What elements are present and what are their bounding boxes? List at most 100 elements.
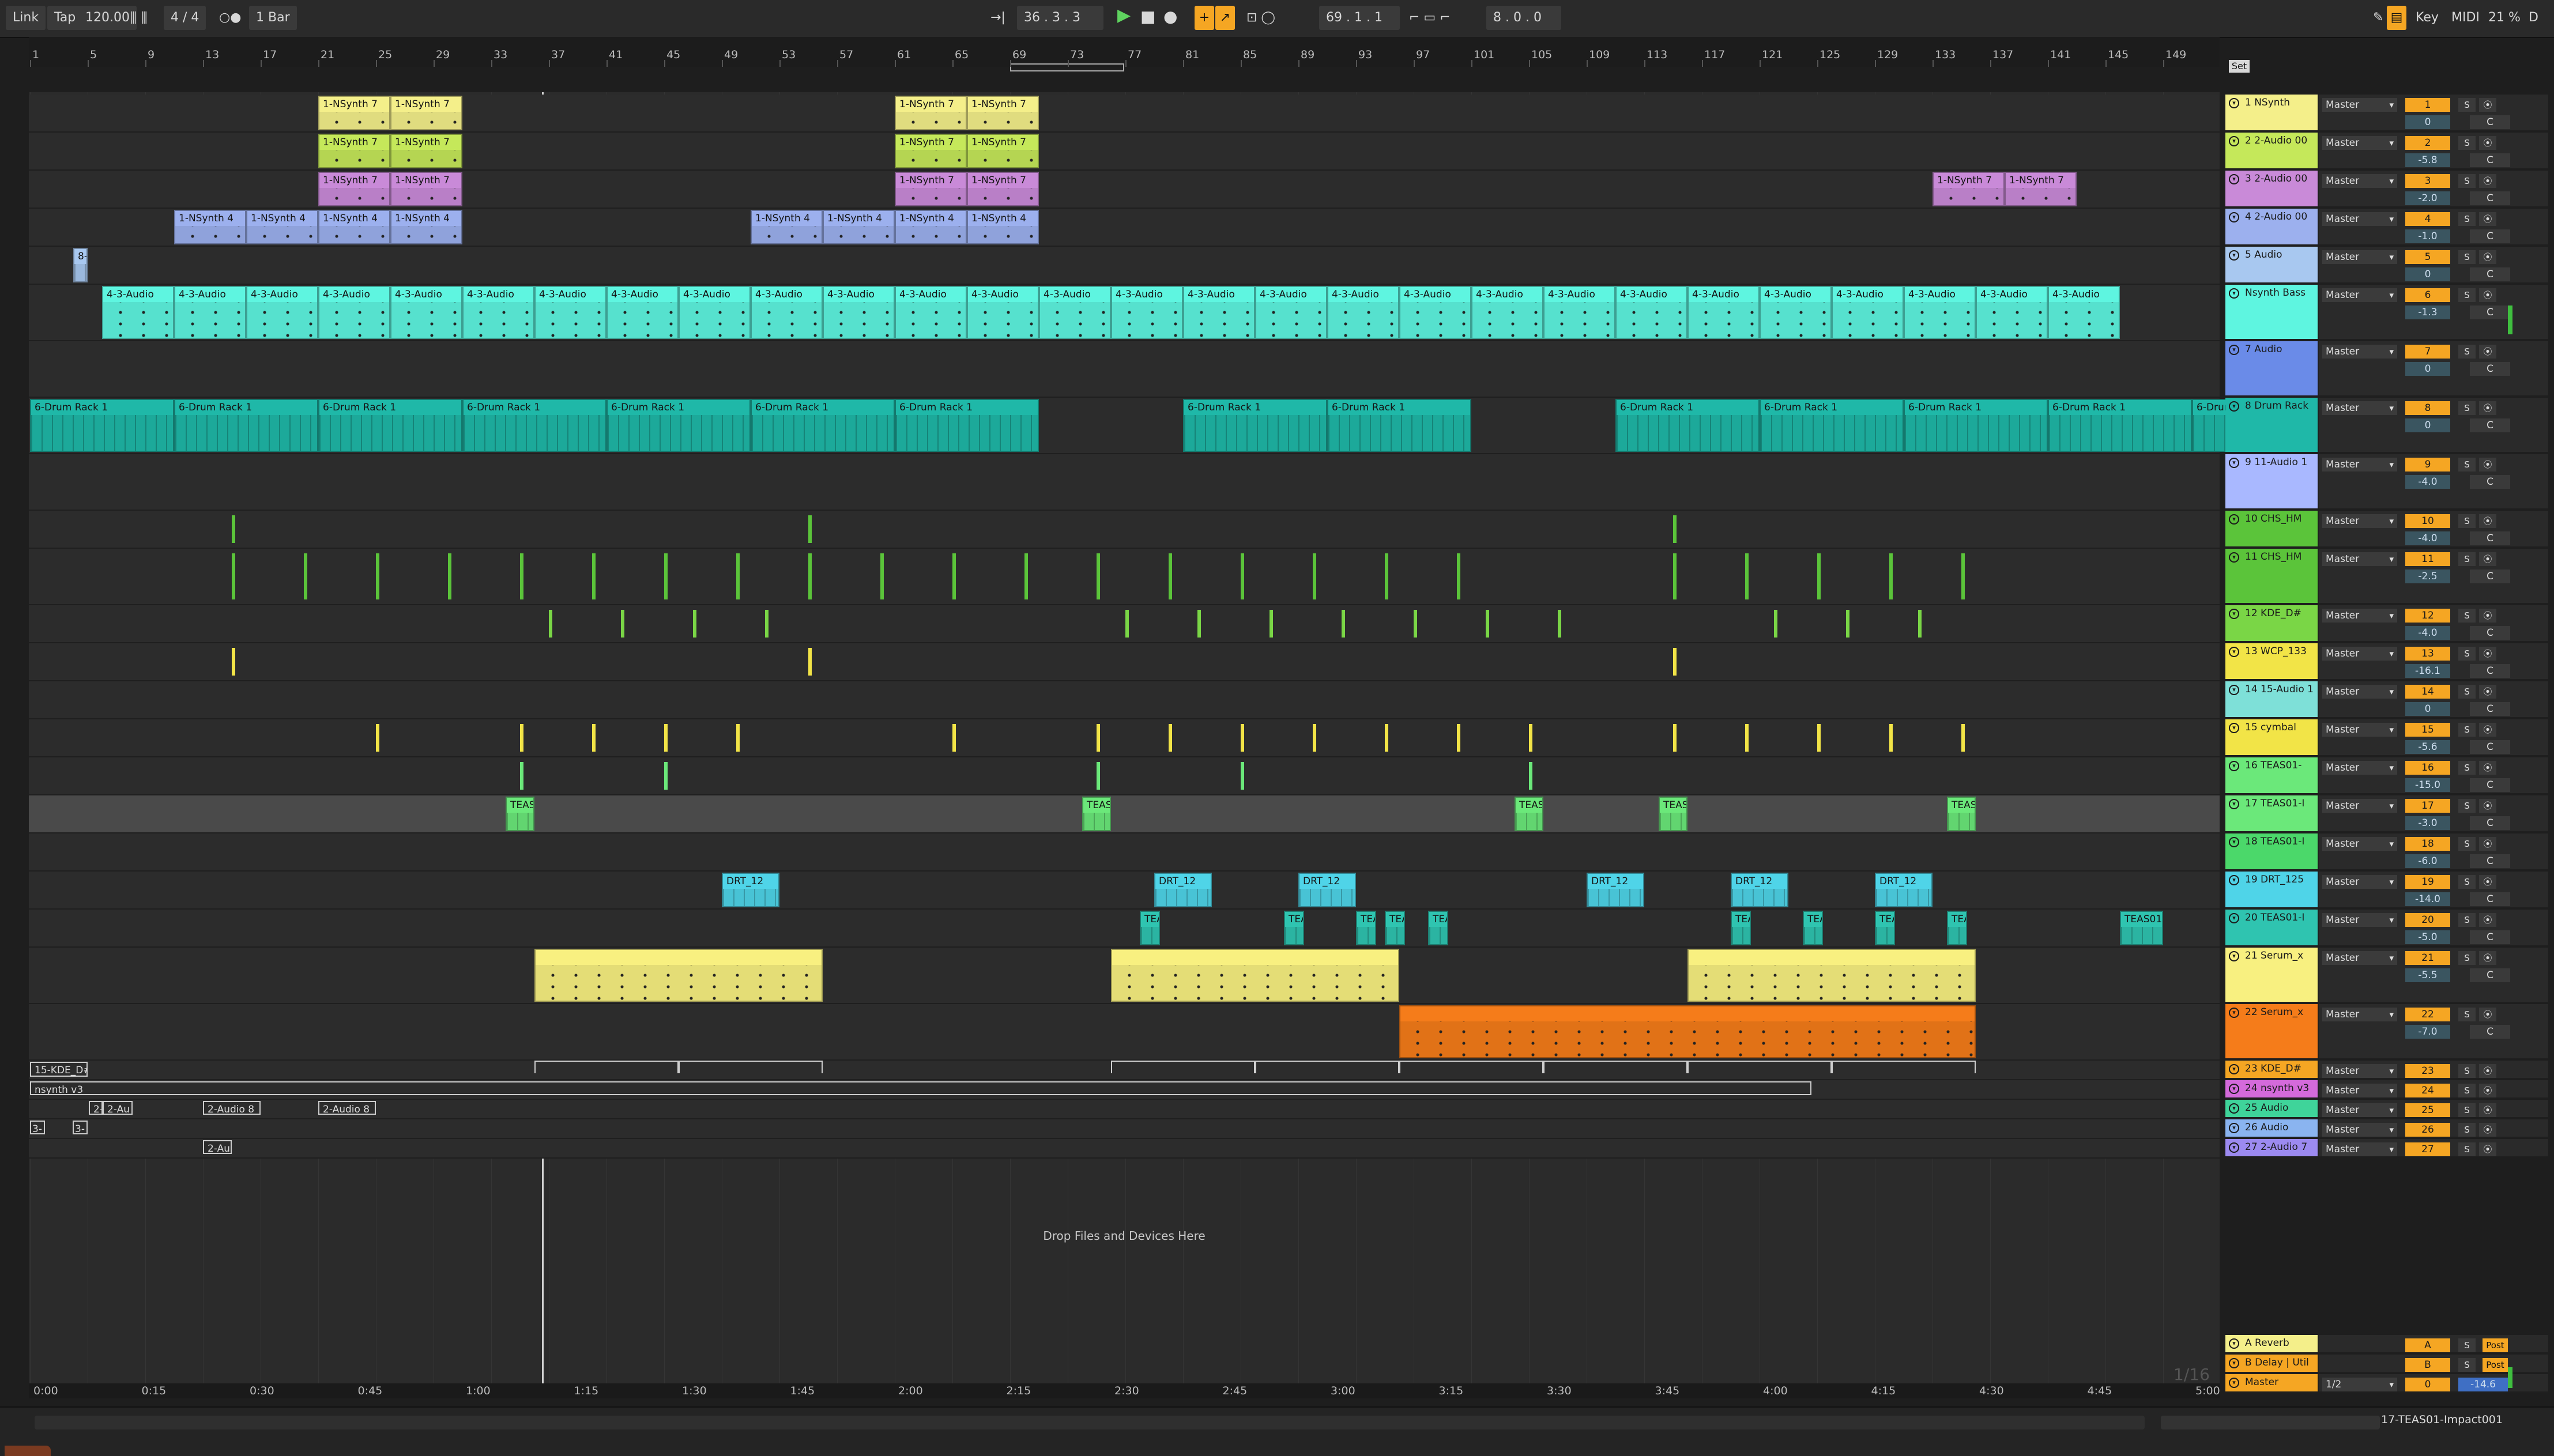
hit-clip[interactable] [232, 553, 235, 599]
arm-button[interactable]: ⦿ [2479, 799, 2496, 813]
clip[interactable]: 4-3-Audio [390, 286, 462, 339]
track-activator[interactable]: 16 [2405, 761, 2450, 775]
pan-field[interactable]: C [2470, 115, 2510, 129]
clip[interactable]: 4-3-Audio [679, 286, 751, 339]
pan-field[interactable]: C [2470, 664, 2510, 678]
clip[interactable]: 1-NSynth 7 [318, 134, 390, 168]
track-header[interactable]: ▾ 4 2-Audio 00 [2225, 209, 2318, 246]
solo-button[interactable]: S [2458, 1142, 2476, 1156]
arm-button[interactable]: ⦿ [2479, 647, 2496, 661]
clip[interactable]: 6-Drum Rack 1 [30, 399, 174, 452]
output-routing[interactable]: Master [2322, 875, 2397, 889]
clip[interactable]: 4-3-Audio [246, 286, 318, 339]
volume-field[interactable]: -5.8 [2405, 153, 2450, 167]
hit-clip[interactable] [1889, 553, 1893, 599]
track-header[interactable]: ▾ 22 Serum_x [2225, 1004, 2318, 1059]
clip[interactable]: 4-3-Audio [174, 286, 246, 339]
fold-icon[interactable]: ▾ [2229, 913, 2239, 923]
track-activator[interactable]: 13 [2405, 647, 2450, 661]
fold-icon[interactable]: ▾ [2229, 250, 2239, 261]
arm-button[interactable]: ⦿ [2479, 345, 2496, 359]
arm-button[interactable]: ⦿ [2479, 951, 2496, 965]
hit-clip[interactable] [808, 553, 812, 599]
fold-icon[interactable]: ▾ [2229, 345, 2239, 355]
clip[interactable]: TEAS [1082, 797, 1111, 831]
clip[interactable]: 4-3-Audio [823, 286, 895, 339]
hit-clip[interactable] [1745, 553, 1749, 599]
hit-clip[interactable] [1313, 553, 1316, 599]
hit-clip[interactable] [1673, 648, 1677, 676]
track-activator[interactable]: 15 [2405, 723, 2450, 737]
clip[interactable]: 6-Drum Rack 1 [1327, 399, 1471, 452]
clip[interactable]: 6-Drum Rack 1 [607, 399, 751, 452]
master-activator[interactable]: 0 [2405, 1378, 2450, 1391]
track-lane[interactable] [29, 643, 2220, 681]
quantize-menu[interactable]: 1 Bar [249, 6, 297, 30]
clip[interactable]: 6-Drum Rack 1 [174, 399, 318, 452]
clip[interactable]: 4-3-Audio [1327, 286, 1399, 339]
track-activator[interactable]: 12 [2405, 609, 2450, 623]
fold-icon[interactable]: ▾ [2229, 136, 2239, 146]
solo-button[interactable]: S [2458, 98, 2476, 112]
clip[interactable]: 8- [73, 248, 88, 282]
post-button[interactable]: Post [2483, 1358, 2508, 1372]
solo-button[interactable]: S [2458, 875, 2476, 889]
clip-outline[interactable] [1687, 1061, 1832, 1073]
track-activator[interactable]: 3 [2405, 174, 2450, 188]
hit-clip[interactable] [1918, 610, 1922, 638]
clip[interactable]: 3- [30, 1121, 45, 1134]
automation-arm-button[interactable]: ↗ [1215, 6, 1235, 30]
solo-button[interactable]: S [2458, 1358, 2476, 1372]
clip[interactable] [1111, 949, 1399, 1002]
hit-clip[interactable] [304, 553, 307, 599]
volume-field[interactable]: -1.3 [2405, 305, 2450, 319]
loop-brace[interactable] [1010, 63, 1124, 71]
clip-outline[interactable] [1255, 1061, 1399, 1073]
clip[interactable]: DRT_12 [1875, 873, 1933, 907]
pan-field[interactable]: C [2470, 531, 2510, 545]
fold-icon[interactable]: ▾ [2229, 212, 2239, 222]
hit-clip[interactable] [1169, 553, 1172, 599]
track-lane[interactable] [29, 833, 2220, 872]
solo-button[interactable]: S [2458, 1008, 2476, 1021]
fold-icon[interactable]: ▾ [2229, 1358, 2239, 1368]
return-track-header[interactable]: ▾ A Reverb [2225, 1335, 2318, 1353]
output-routing[interactable]: Master [2322, 837, 2397, 851]
volume-field[interactable]: -4.0 [2405, 626, 2450, 640]
clip[interactable]: 6-Drum Rack 1 [1615, 399, 1760, 452]
pan-field[interactable]: C [2470, 778, 2510, 792]
clip[interactable]: 4-3-Audio [895, 286, 967, 339]
hit-clip[interactable] [1961, 553, 1965, 599]
volume-field[interactable]: 0 [2405, 418, 2450, 432]
fold-icon[interactable]: ▾ [2229, 1064, 2239, 1074]
arrangement-position-field[interactable]: 36 . 3 . 3 [1017, 6, 1103, 30]
output-routing[interactable]: Master [2322, 136, 2397, 150]
hit-clip[interactable] [376, 724, 379, 752]
hit-clip[interactable] [376, 553, 379, 599]
clip[interactable]: 4-3-Audio [1687, 286, 1760, 339]
track-activator[interactable]: 26 [2405, 1123, 2450, 1137]
arm-button[interactable]: ⦿ [2479, 1064, 2496, 1078]
track-header[interactable]: ▾ 14 15-Audio 1 [2225, 681, 2318, 718]
fold-icon[interactable]: ▾ [2229, 723, 2239, 733]
solo-button[interactable]: S [2458, 951, 2476, 965]
track-header[interactable]: ▾ 16 TEAS01- [2225, 757, 2318, 794]
clip-outline[interactable] [1111, 1061, 1255, 1073]
fold-icon[interactable]: ▾ [2229, 951, 2239, 961]
pan-field[interactable]: C [2470, 740, 2510, 754]
hit-clip[interactable] [1774, 610, 1777, 638]
hit-clip[interactable] [1125, 610, 1129, 638]
output-routing[interactable]: Master [2322, 98, 2397, 112]
track-activator[interactable]: 6 [2405, 288, 2450, 302]
hit-clip[interactable] [520, 724, 523, 752]
track-activator[interactable]: 22 [2405, 1008, 2450, 1021]
solo-button[interactable]: S [2458, 685, 2476, 699]
hit-clip[interactable] [1961, 724, 1965, 752]
track-header[interactable]: ▾ Nsynth Bass [2225, 285, 2318, 340]
arm-button[interactable]: ⦿ [2479, 1123, 2496, 1137]
track-activator[interactable]: 1 [2405, 98, 2450, 112]
clip[interactable]: 2-Au [203, 1140, 232, 1154]
output-routing[interactable]: Master [2322, 458, 2397, 471]
volume-field[interactable]: 0 [2405, 702, 2450, 716]
pan-field[interactable]: C [2470, 1025, 2510, 1039]
